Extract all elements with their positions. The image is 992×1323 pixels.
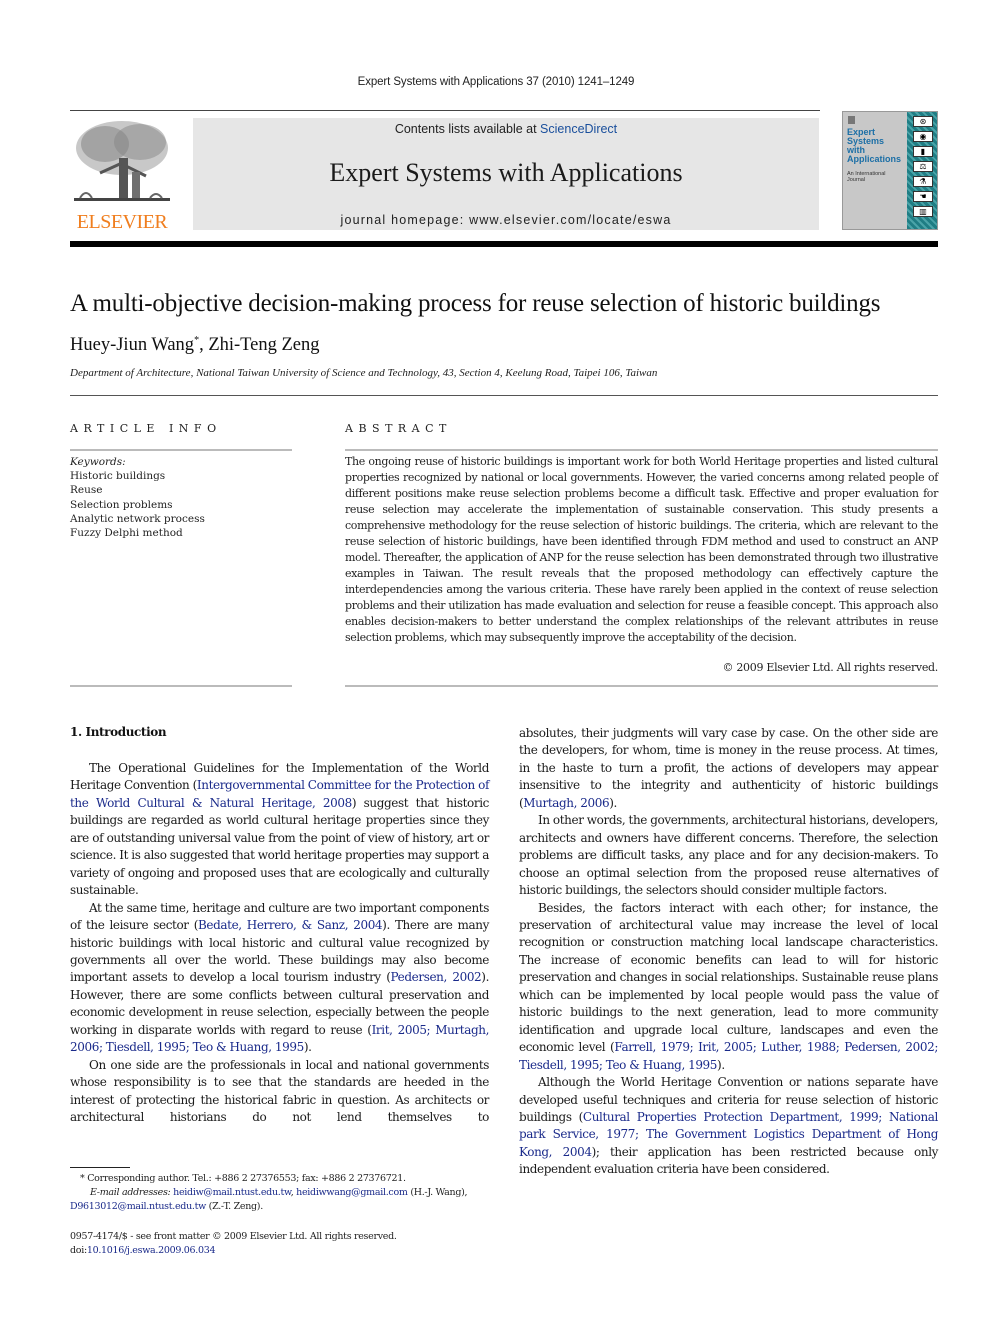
- body-column-left: The Operational Guidelines for the Imple…: [70, 760, 489, 1127]
- article-info-rule: [70, 449, 292, 451]
- email-link[interactable]: heidiwwang@gmail.com: [296, 1187, 408, 1198]
- tree-icon: [74, 121, 170, 201]
- cover-device-icon: ▥: [913, 206, 933, 217]
- contents-prefix: Contents lists available at: [394, 122, 541, 136]
- journal-banner: Contents lists available at ScienceDirec…: [193, 118, 819, 230]
- email-link[interactable]: D9613012@mail.ntust.edu.tw: [70, 1201, 206, 1212]
- elsevier-logo[interactable]: ELSEVIER: [70, 118, 174, 236]
- author-2[interactable]: Zhi-Teng Zeng: [208, 335, 319, 355]
- keyword: Fuzzy Delphi method: [70, 527, 183, 540]
- cover-scales-icon: ⚖: [913, 161, 933, 172]
- cover-globe-icon: ◉: [913, 131, 933, 142]
- cover-bar-chart-icon: ▮: [913, 146, 933, 157]
- header-thick-rule: [70, 241, 938, 247]
- article-info-heading: ARTICLE INFO: [70, 422, 222, 435]
- email-label: E-mail addresses:: [90, 1187, 171, 1198]
- paragraph: The Operational Guidelines for the Imple…: [70, 761, 489, 898]
- section-heading-introduction: 1. Introduction: [70, 725, 167, 739]
- cover-steering-wheel-icon: ⊛: [913, 116, 933, 127]
- footnote-mark: *: [80, 1173, 85, 1184]
- footnote: * Corresponding author. Tel.: +886 2 273…: [70, 1173, 468, 1212]
- cover-title: Expert Systems with Applications: [847, 127, 902, 164]
- corresponding-author-note: Corresponding author. Tel.: +886 2 27376…: [87, 1173, 406, 1184]
- issn-line: 0957-4174/$ - see front matter © 2009 El…: [70, 1231, 397, 1242]
- cover-microscope-icon: ⚗: [913, 176, 933, 187]
- cover-hand-icon: ☚: [913, 191, 933, 202]
- affiliation: Department of Architecture, National Tai…: [70, 367, 658, 379]
- abstract-text: The ongoing reuse of historic buildings …: [345, 455, 938, 644]
- keyword: Selection problems: [70, 498, 173, 511]
- keywords-block: Keywords: Historic buildings Reuse Selec…: [70, 455, 205, 540]
- doi-link[interactable]: 10.1016/j.eswa.2009.06.034: [87, 1245, 216, 1256]
- keyword: Reuse: [70, 484, 103, 497]
- elsevier-wordmark: ELSEVIER: [76, 211, 168, 233]
- body-column-right: absolutes, their judgments will vary cas…: [519, 725, 938, 1179]
- paragraph: absolutes, their judgments will vary cas…: [519, 726, 938, 810]
- keyword: Historic buildings: [70, 470, 166, 483]
- keyword: Analytic network process: [70, 512, 205, 525]
- paper-title: A multi-objective decision-making proces…: [70, 290, 881, 317]
- cover-subtitle: An International Journal: [847, 171, 886, 183]
- email-link[interactable]: heidiw@mail.ntust.edu.tw: [173, 1187, 291, 1198]
- author-1[interactable]: Huey-Jiun Wang: [70, 335, 194, 355]
- abstract-bottom-rule: [345, 685, 938, 687]
- citation-link[interactable]: Bedate, Herrero, & Sanz, 2004: [198, 918, 383, 932]
- journal-cover-thumbnail[interactable]: Expert Systems with Applications An Inte…: [842, 111, 938, 230]
- abstract-rule: [345, 449, 938, 451]
- article-info-bottom-rule: [70, 685, 292, 687]
- citation-link[interactable]: Murtagh, 2006: [523, 796, 609, 810]
- sciencedirect-link[interactable]: ScienceDirect: [540, 122, 617, 136]
- journal-title: Expert Systems with Applications: [329, 158, 683, 187]
- abstract-copyright: © 2009 Elsevier Ltd. All rights reserved…: [722, 661, 938, 674]
- paragraph: On one side are the professionals in loc…: [70, 1057, 489, 1125]
- citation-link[interactable]: Pedersen, 2002: [391, 970, 482, 984]
- header-rule: [70, 110, 820, 111]
- paragraph: In other words, the governments, archite…: [519, 813, 938, 898]
- running-head: Expert Systems with Applications 37 (201…: [357, 76, 635, 88]
- front-matter: 0957-4174/$ - see front matter © 2009 El…: [70, 1230, 397, 1258]
- cover-publisher-icon: [848, 116, 855, 124]
- abstract-heading: ABSTRACT: [345, 422, 452, 435]
- journal-homepage[interactable]: journal homepage: www.elsevier.com/locat…: [193, 213, 819, 227]
- footnote-rule: [70, 1167, 130, 1168]
- paragraph: At the same time, heritage and culture a…: [70, 900, 490, 1055]
- paragraph: Although the World Heritage Convention o…: [519, 1075, 939, 1177]
- contents-line: Contents lists available at ScienceDirec…: [193, 122, 819, 136]
- affiliation-rule: [70, 395, 938, 396]
- paragraph: Besides, the factors interact with each …: [519, 900, 939, 1072]
- author-list: Huey-Jiun Wang*, Zhi-Teng Zeng: [70, 335, 320, 356]
- keywords-label: Keywords:: [70, 456, 126, 468]
- author-separator: ,: [199, 335, 209, 355]
- doi-prefix: doi:: [70, 1245, 87, 1256]
